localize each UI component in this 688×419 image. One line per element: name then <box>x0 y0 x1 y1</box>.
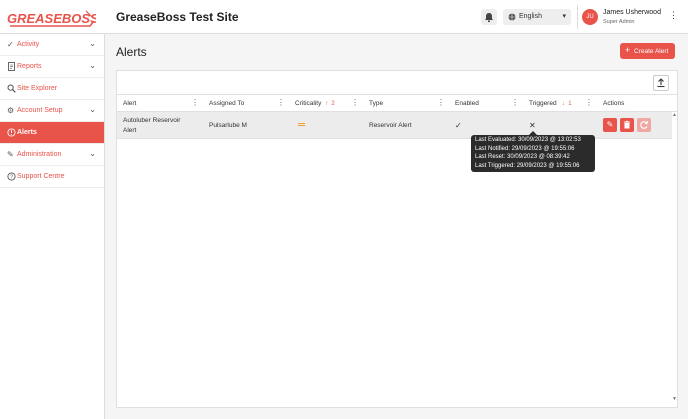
chevron-down-icon: ⌄ <box>89 149 96 158</box>
triggered-x-icon[interactable]: ✕ <box>529 121 536 130</box>
alert-icon <box>7 128 16 137</box>
trash-icon <box>623 120 631 129</box>
sidebar-item-administration[interactable]: ✎ Administration ⌄ <box>0 144 104 166</box>
tooltip-last-reset: Last Reset: 30/09/2023 @ 08:39:42 <box>475 154 570 160</box>
user-menu-icon[interactable]: ⋮ <box>669 10 678 21</box>
reset-icon <box>640 120 648 129</box>
alert-name: Autoluber Reservoir Alert <box>123 116 180 136</box>
reset-button[interactable] <box>637 118 651 132</box>
avatar[interactable]: JU <box>582 9 598 25</box>
sort-desc-icon: ↓ <box>558 101 567 107</box>
upload-icon <box>657 78 665 88</box>
sidebar-item-label: Support Centre <box>17 173 65 180</box>
column-menu-icon[interactable]: ⋮ <box>191 98 199 107</box>
language-value: English <box>519 13 542 20</box>
notifications-button[interactable] <box>481 9 497 25</box>
tooltip-last-evaluated: Last Evaluated: 30/09/2023 @ 13:02:53 <box>475 137 581 143</box>
tooltip-last-triggered: Last Triggered: 29/09/2023 @ 19:55:06 <box>475 162 580 169</box>
column-menu-icon[interactable]: ⋮ <box>585 98 593 107</box>
site-title: GreaseBoss Test Site <box>116 10 239 24</box>
plus-icon: + <box>625 45 631 55</box>
chevron-down-icon: ⌄ <box>89 61 96 70</box>
header-divider <box>577 5 578 29</box>
sidebar-item-activity[interactable]: ✓ Activity ⌄ <box>0 34 104 56</box>
scroll-up-icon[interactable]: ▲ <box>672 112 677 118</box>
chevron-down-icon: ⌄ <box>89 39 96 48</box>
column-menu-icon[interactable]: ⋮ <box>511 98 519 107</box>
column-header-label: Criticality <box>295 100 322 107</box>
sidebar-item-site-explorer[interactable]: Site Explorer <box>0 78 104 100</box>
pencil-icon: ✎ <box>606 120 614 129</box>
user-role: Super Admin <box>603 19 635 25</box>
sort-order-badge: 2 <box>331 101 335 107</box>
table-header: Alert ⋮ Assigned To ⋮ Criticality ↑ 2 ⋮ … <box>117 94 677 112</box>
vertical-scrollbar[interactable]: ▲ ▼ <box>672 112 677 402</box>
alert-type: Reservoir Alert <box>369 122 412 129</box>
page-title: Alerts <box>116 45 147 59</box>
column-header-actions: Actions <box>603 100 625 107</box>
bell-icon <box>485 13 493 22</box>
help-icon: ? <box>7 172 16 181</box>
sidebar-item-account-setup[interactable]: ⚙ Account Setup ⌄ <box>0 100 104 122</box>
globe-icon <box>508 13 516 21</box>
chevron-down-icon: ⌄ <box>89 105 96 114</box>
column-header-assigned-to[interactable]: Assigned To <box>209 100 244 107</box>
sidebar-item-alerts[interactable]: Alerts <box>0 122 104 144</box>
column-header-label: Triggered <box>529 100 557 107</box>
sidebar-item-support-centre[interactable]: ? Support Centre <box>0 166 104 188</box>
caret-down-icon: ▾ <box>562 13 566 20</box>
enabled-check-icon: ✓ <box>455 121 462 130</box>
greaseboss-logo[interactable]: GREASEBOSS <box>6 7 96 29</box>
alert-name-line: Autoluber Reservoir <box>123 117 181 124</box>
criticality-medium-icon <box>298 123 305 127</box>
sidebar-item-label: Reports <box>17 63 42 70</box>
user-name[interactable]: James Usherwood <box>603 9 661 16</box>
tooltip-last-notified: Last Notified: 29/09/2023 @ 19:55:06 <box>475 145 575 152</box>
triggered-tooltip: Last Evaluated: 30/09/2023 @ 13:02:53 La… <box>471 131 595 172</box>
search-icon <box>7 84 16 93</box>
pencil-icon: ✎ <box>7 150 14 159</box>
column-header-enabled[interactable]: Enabled <box>455 100 479 107</box>
column-menu-icon[interactable]: ⋮ <box>351 98 359 107</box>
delete-button[interactable] <box>620 118 634 132</box>
sidebar-item-reports[interactable]: Reports ⌄ <box>0 56 104 78</box>
sidebar-item-label: Alerts <box>17 129 37 136</box>
sidebar-item-label: Site Explorer <box>17 85 58 92</box>
edit-button[interactable]: ✎ <box>603 118 617 132</box>
column-header-triggered[interactable]: Triggered ↓ 1 <box>529 100 572 107</box>
column-header-criticality[interactable]: Criticality ↑ 2 <box>295 100 335 107</box>
scroll-down-icon[interactable]: ▼ <box>672 396 677 402</box>
column-menu-icon[interactable]: ⋮ <box>277 98 285 107</box>
language-select[interactable]: English ▾ <box>503 9 571 25</box>
sidebar: ✓ Activity ⌄ Reports ⌄ Site Explorer ⚙ A… <box>0 34 105 419</box>
alerts-table-panel: Alert ⋮ Assigned To ⋮ Criticality ↑ 2 ⋮ … <box>116 70 678 408</box>
sort-order-badge: 1 <box>568 101 572 107</box>
document-icon <box>8 62 15 71</box>
create-alert-button[interactable]: + Create Alert <box>620 43 675 59</box>
create-alert-label: Create Alert <box>634 47 669 55</box>
sidebar-item-label: Activity <box>17 41 40 48</box>
sort-asc-icon: ↑ <box>323 101 330 107</box>
column-menu-icon[interactable]: ⋮ <box>437 98 445 107</box>
top-bar: GREASEBOSS GreaseBoss Test Site English … <box>0 0 688 34</box>
sidebar-item-label: Account Setup <box>17 107 63 114</box>
gear-icon: ⚙ <box>7 106 15 115</box>
logo-text: GREASEBOSS <box>7 11 96 26</box>
check-icon: ✓ <box>7 40 14 49</box>
sidebar-item-label: Administration <box>17 151 62 158</box>
export-button[interactable] <box>653 75 669 91</box>
alert-name-line: Alert <box>123 127 137 134</box>
svg-text:?: ? <box>10 175 13 181</box>
column-header-type[interactable]: Type <box>369 100 383 107</box>
column-header-alert[interactable]: Alert <box>123 100 136 107</box>
assigned-to: Pulsarlube M <box>209 122 247 129</box>
